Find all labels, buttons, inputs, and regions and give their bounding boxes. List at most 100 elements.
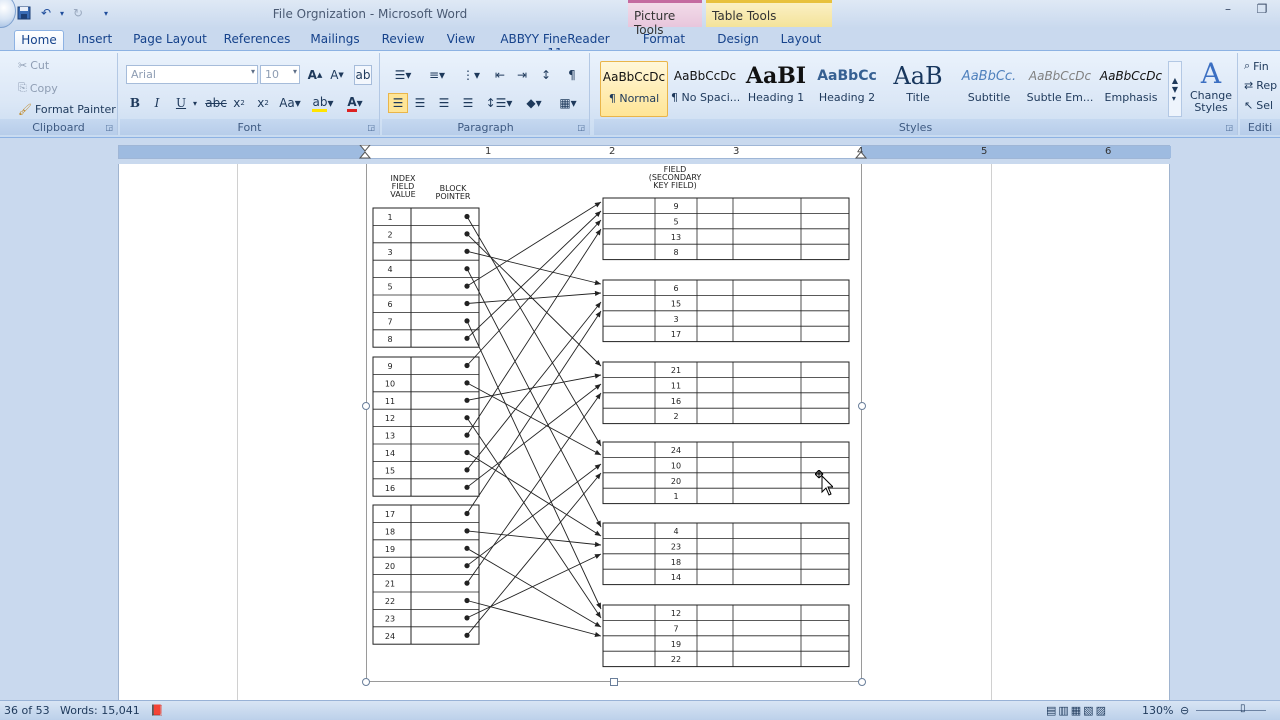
justify-icon[interactable]: ☰	[458, 93, 478, 113]
clipboard-launcher-icon[interactable]: ◲	[105, 123, 113, 132]
sort-icon[interactable]: ↕	[536, 65, 556, 85]
zoom-slider-thumb-icon[interactable]: ▯	[1240, 703, 1246, 714]
pointer-arrowhead	[594, 530, 601, 536]
tab-layout[interactable]: Layout	[776, 30, 826, 50]
subscript-icon[interactable]: x2	[230, 93, 248, 113]
align-right-icon[interactable]: ☰	[434, 93, 454, 113]
italic-icon[interactable]: I	[148, 93, 166, 113]
style-heading-2[interactable]: AaBbCc Heading 2	[813, 61, 881, 117]
shrink-font-icon[interactable]: A ▼	[328, 65, 346, 85]
underline-dropdown-icon[interactable]: ▾	[190, 93, 200, 113]
cut-button[interactable]: ✂ Cut	[18, 59, 49, 72]
proofing-icon[interactable]: 📕	[150, 704, 164, 717]
tab-format[interactable]: Format	[636, 30, 692, 50]
data-key-value: 3	[673, 315, 678, 324]
tab-references[interactable]: References	[222, 30, 292, 50]
right-margin-guide	[991, 164, 992, 700]
change-styles-button[interactable]: A Change Styles	[1188, 57, 1234, 114]
superscript-icon[interactable]: x2	[254, 93, 272, 113]
right-indent-marker-icon[interactable]	[855, 146, 867, 159]
bullets-icon[interactable]: ☰▾	[388, 65, 418, 85]
multilevel-list-icon[interactable]: ⋮▾	[456, 65, 486, 85]
index-value: 4	[387, 265, 392, 274]
tab-page-layout[interactable]: Page Layout	[130, 30, 210, 50]
zoom-slider[interactable]	[1196, 710, 1266, 711]
index-value: 3	[387, 248, 392, 257]
tab-mailings[interactable]: Mailings	[304, 30, 366, 50]
style-subtle-emphasis[interactable]: AaBbCcDc Subtle Em...	[1026, 61, 1094, 117]
zoom-out-icon[interactable]: ⊖	[1180, 704, 1189, 717]
styles-launcher-icon[interactable]: ◲	[1225, 123, 1233, 132]
tab-review[interactable]: Review	[378, 30, 428, 50]
align-center-icon[interactable]: ☰	[410, 93, 430, 113]
font-size-combo[interactable]: 10 ▾	[260, 65, 300, 84]
find-button[interactable]: ⌕ Fin	[1244, 59, 1269, 73]
select-button[interactable]: ↖ Sel	[1244, 99, 1273, 112]
editing-group-label: Editi	[1240, 119, 1280, 135]
pointer-arrowhead	[594, 290, 601, 297]
zoom-level[interactable]: 130%	[1142, 704, 1173, 717]
style-title[interactable]: AaB Title	[884, 61, 952, 117]
resize-handle-left[interactable]	[362, 402, 370, 410]
bold-icon[interactable]: B	[126, 93, 144, 113]
style-normal[interactable]: AaBbCcDc ¶ Normal	[600, 61, 668, 117]
align-left-icon[interactable]: ☰	[388, 93, 408, 113]
data-key-value: 1	[673, 492, 678, 501]
font-color-icon[interactable]: A ▾	[342, 93, 368, 113]
word-count[interactable]: Words: 15,041	[60, 704, 140, 717]
borders-icon[interactable]: ▦▾	[554, 93, 582, 113]
tab-home[interactable]: Home	[14, 30, 64, 50]
font-launcher-icon[interactable]: ◲	[367, 123, 375, 132]
horizontal-ruler[interactable]: 1 2 3 4 5 6 7	[118, 145, 1171, 159]
minimize-button[interactable]: –	[1216, 2, 1240, 20]
decrease-indent-icon[interactable]: ⇤	[490, 65, 510, 85]
style-emphasis[interactable]: AaBbCcDc Emphasis	[1097, 61, 1165, 117]
paragraph-launcher-icon[interactable]: ◲	[577, 123, 585, 132]
pointer-arrowhead	[594, 280, 601, 286]
style-no-spacing[interactable]: AaBbCcDc ¶ No Spaci...	[671, 61, 739, 117]
index-value: 2	[387, 230, 392, 239]
index-value: 24	[385, 632, 395, 641]
styles-scroll[interactable]: ▲ ▼ ▾	[1168, 61, 1182, 117]
tab-insert[interactable]: Insert	[72, 30, 118, 50]
numbering-icon[interactable]: ≡▾	[422, 65, 452, 85]
data-key-value: 21	[671, 366, 681, 375]
tab-abbyy[interactable]: ABBYY FineReader 11	[494, 30, 616, 60]
highlight-icon[interactable]: ab ▾	[310, 93, 336, 113]
resize-handle-bottom-right[interactable]	[858, 678, 866, 686]
chevron-down-icon: ▾	[292, 67, 297, 76]
tab-view[interactable]: View	[440, 30, 482, 50]
index-value: 22	[385, 597, 395, 606]
index-value: 10	[385, 379, 395, 388]
clear-formatting-icon[interactable]: ab	[354, 65, 372, 85]
font-name-combo[interactable]: Arial ▾	[126, 65, 258, 84]
copy-button[interactable]: ⎘ Copy	[18, 81, 58, 95]
title-bar: ↶ ▾ ↻ ▾ File Orgnization - Microsoft Wor…	[0, 0, 1280, 37]
grow-font-icon[interactable]: A ▲	[306, 65, 324, 85]
tab-design[interactable]: Design	[712, 30, 764, 50]
page-count[interactable]: 36 of 53	[4, 704, 50, 717]
show-marks-icon[interactable]: ¶	[562, 65, 582, 85]
strikethrough-icon[interactable]: abc	[205, 93, 227, 113]
ruler-number: 3	[733, 146, 740, 157]
index-value: 11	[385, 397, 395, 406]
resize-handle-right[interactable]	[858, 402, 866, 410]
data-key-value: 13	[671, 233, 681, 242]
document-page[interactable]: INDEX FIELD VALUE BLOCK POINTER FIELD (SECONDA…	[118, 164, 1170, 700]
line-spacing-icon[interactable]: ↕☰▾	[484, 93, 514, 113]
resize-handle-bottom[interactable]	[610, 678, 618, 686]
style-heading-1[interactable]: AaBI Heading 1	[742, 61, 810, 117]
replace-button[interactable]: ⇄ Rep	[1244, 79, 1277, 92]
resize-handle-bottom-left[interactable]	[362, 678, 370, 686]
style-subtitle[interactable]: AaBbCc. Subtitle	[955, 61, 1023, 117]
data-key-value: 11	[671, 381, 681, 390]
selected-picture[interactable]: INDEX FIELD VALUE BLOCK POINTER FIELD (SECONDA…	[366, 164, 862, 682]
shading-icon[interactable]: ◆▾	[520, 93, 548, 113]
indent-marker-icon[interactable]	[359, 145, 371, 159]
format-painter-button[interactable]: 🖌 Format Painter	[18, 103, 116, 116]
view-buttons-icon[interactable]: ▤▥▦▧▨	[1046, 704, 1108, 717]
restore-button[interactable]: ❐	[1250, 2, 1274, 20]
underline-icon[interactable]: U	[172, 93, 190, 113]
increase-indent-icon[interactable]: ⇥	[512, 65, 532, 85]
change-case-icon[interactable]: Aa▾	[278, 93, 302, 113]
